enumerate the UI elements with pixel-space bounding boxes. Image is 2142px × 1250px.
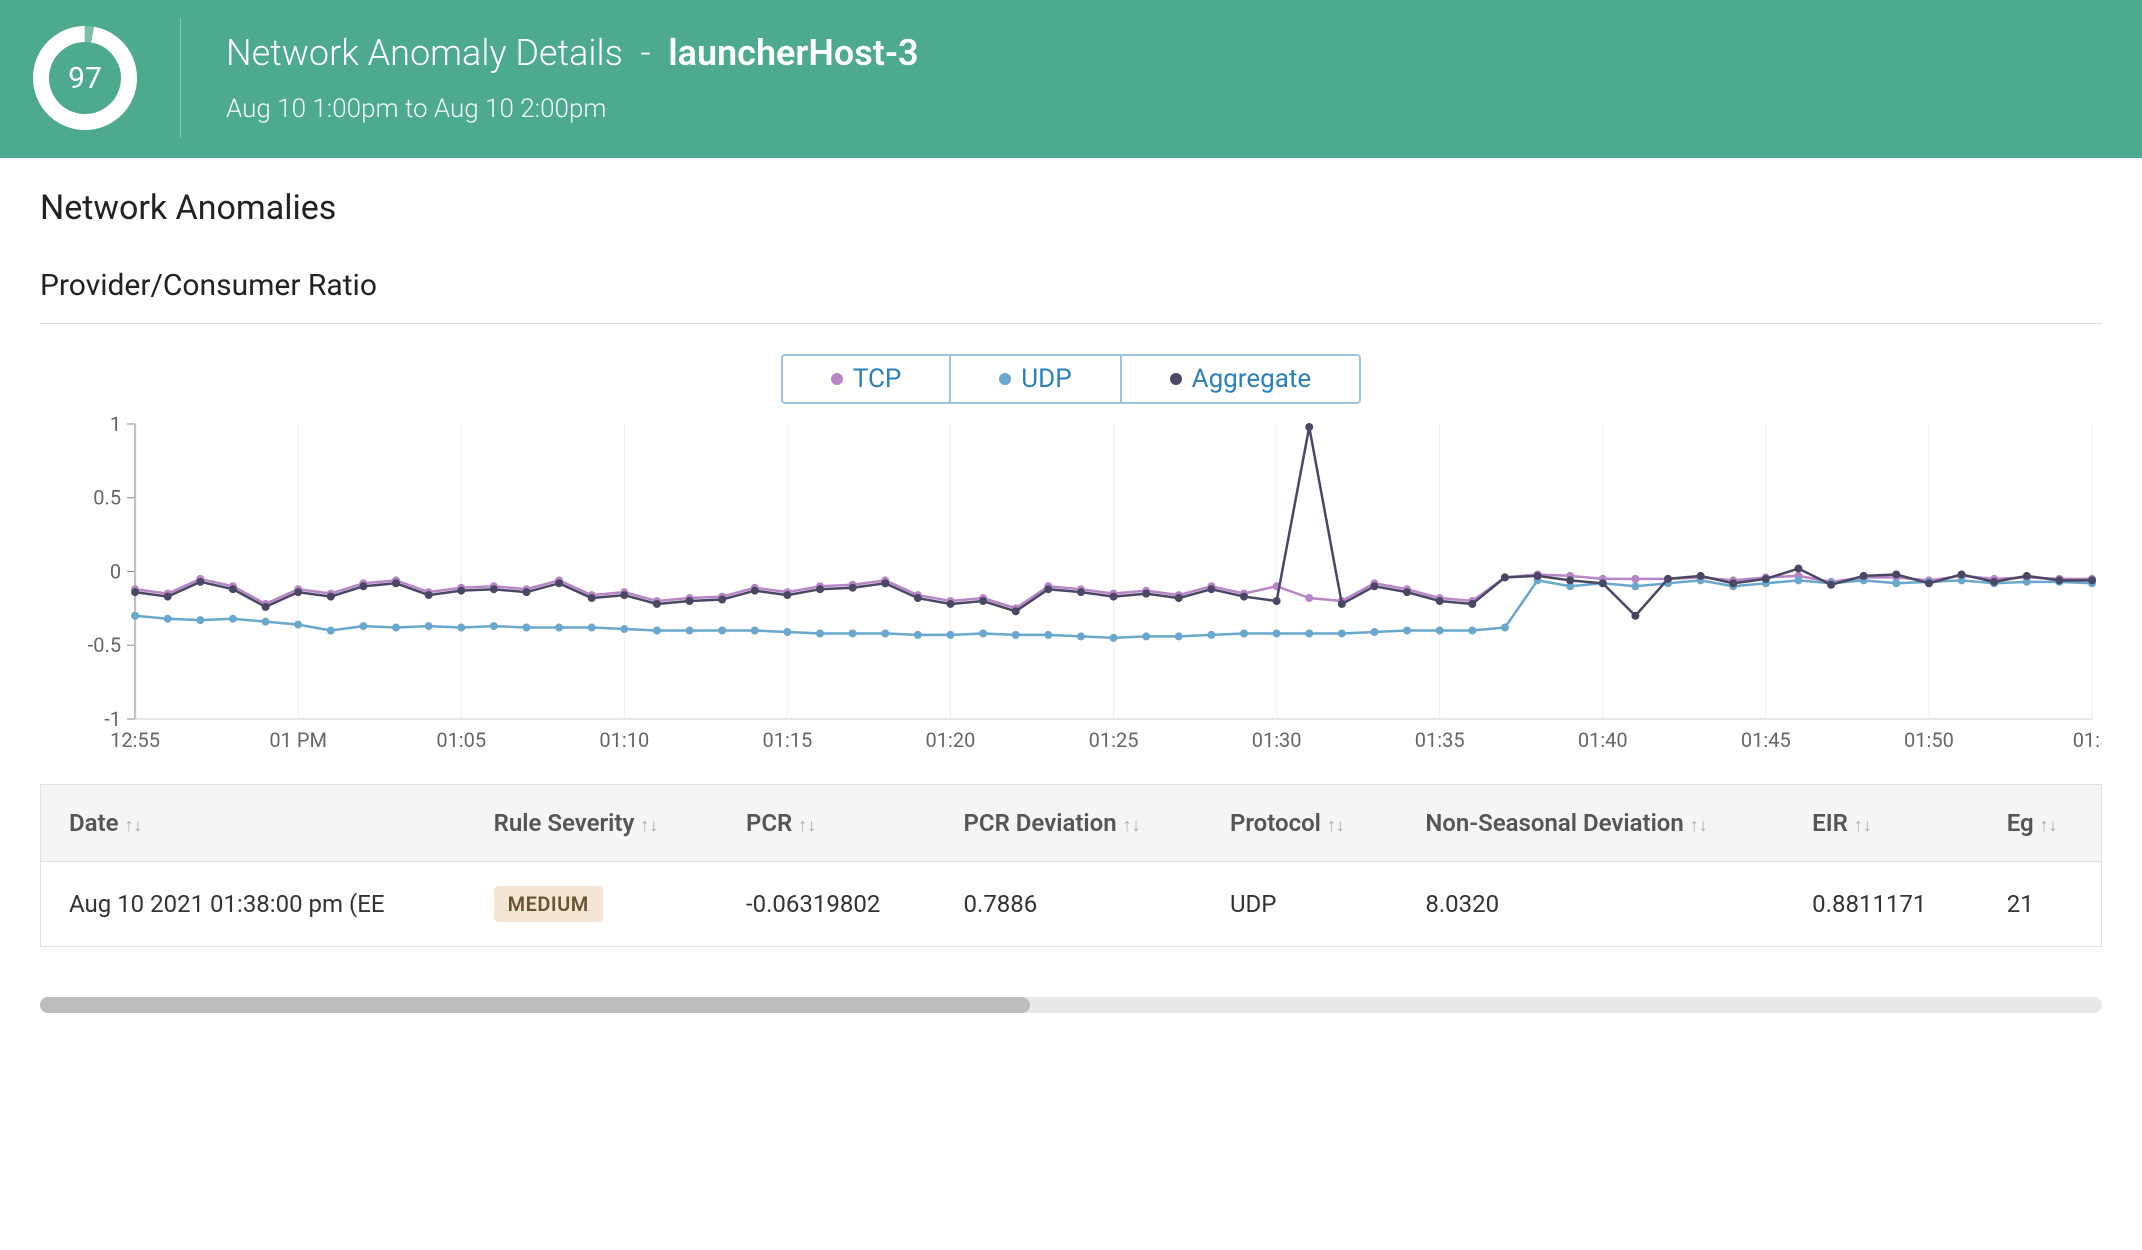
anomaly-table-header: Date↑↓Rule Severity↑↓PCR↑↓PCR Deviation↑… bbox=[41, 785, 2101, 862]
section-title: Network Anomalies bbox=[40, 188, 2102, 228]
score-value: 97 bbox=[30, 23, 140, 133]
sort-icon: ↑↓ bbox=[640, 815, 658, 836]
svg-text:12:55: 12:55 bbox=[110, 728, 160, 752]
legend-label-aggregate: Aggregate bbox=[1192, 364, 1312, 394]
svg-text:01:40: 01:40 bbox=[1578, 728, 1628, 752]
svg-text:01:50: 01:50 bbox=[1904, 728, 1954, 752]
chart-legend: TCP UDP Aggregate bbox=[40, 354, 2102, 404]
legend-aggregate[interactable]: Aggregate bbox=[1122, 356, 1360, 402]
col-date[interactable]: Date↑↓ bbox=[41, 785, 466, 862]
svg-text:01:20: 01:20 bbox=[926, 728, 976, 752]
col-rule-severity[interactable]: Rule Severity↑↓ bbox=[466, 785, 718, 862]
col-non-seasonal-deviation[interactable]: Non-Seasonal Deviation↑↓ bbox=[1397, 785, 1784, 862]
legend-udp[interactable]: UDP bbox=[951, 356, 1121, 402]
page-header: 97 Network Anomaly Details - launcherHos… bbox=[0, 0, 2142, 158]
table-row[interactable]: Aug 10 2021 01:38:00 pm (EE MEDIUM -0.0631… bbox=[41, 862, 2101, 947]
section-divider bbox=[40, 323, 2102, 324]
col-protocol[interactable]: Protocol↑↓ bbox=[1202, 785, 1397, 862]
col-pcr-deviation[interactable]: PCR Deviation↑↓ bbox=[936, 785, 1202, 862]
legend-tcp[interactable]: TCP bbox=[783, 356, 951, 402]
horizontal-scrollbar[interactable] bbox=[40, 997, 2102, 1013]
svg-text:01:45: 01:45 bbox=[1741, 728, 1791, 752]
legend-dot-tcp bbox=[831, 373, 843, 385]
legend-dot-aggregate bbox=[1170, 373, 1182, 385]
page-title: Network Anomaly Details - launcherHost-3 bbox=[226, 32, 919, 74]
scrollbar-thumb[interactable] bbox=[40, 997, 1030, 1013]
page-subtitle-timerange: Aug 10 1:00pm to Aug 10 2:00pm bbox=[226, 94, 919, 124]
col-pcr[interactable]: PCR↑↓ bbox=[718, 785, 936, 862]
sort-icon: ↑↓ bbox=[1690, 815, 1708, 836]
cell-pcr: -0.06319802 bbox=[718, 862, 936, 947]
page-title-entity: launcherHost-3 bbox=[668, 32, 918, 74]
page-title-prefix: Network Anomaly Details bbox=[226, 32, 623, 74]
col-eir[interactable]: EIR↑↓ bbox=[1784, 785, 1979, 862]
col-eg[interactable]: Eg↑↓ bbox=[1979, 785, 2101, 862]
header-divider bbox=[180, 18, 181, 138]
svg-text:01:15: 01:15 bbox=[762, 728, 812, 752]
sort-icon: ↑↓ bbox=[125, 815, 143, 836]
svg-text:-0.5: -0.5 bbox=[88, 633, 121, 657]
svg-text:01:10: 01:10 bbox=[599, 728, 649, 752]
cell-nonseasonal: 8.0320 bbox=[1397, 862, 1784, 947]
cell-eg: 21 bbox=[1979, 862, 2101, 947]
sort-icon: ↑↓ bbox=[1854, 815, 1872, 836]
svg-text:01 PM: 01 PM bbox=[269, 728, 327, 752]
subsection-title: Provider/Consumer Ratio bbox=[40, 268, 2102, 303]
severity-badge: MEDIUM bbox=[494, 886, 603, 922]
legend-dot-udp bbox=[999, 373, 1011, 385]
score-donut: 97 bbox=[30, 23, 140, 133]
anomaly-table-body: Aug 10 2021 01:38:00 pm (EE MEDIUM -0.0631… bbox=[41, 862, 2101, 947]
svg-text:0: 0 bbox=[110, 560, 121, 584]
svg-text:01:25: 01:25 bbox=[1089, 728, 1139, 752]
cell-severity: MEDIUM bbox=[466, 862, 718, 947]
cell-eir: 0.8811171 bbox=[1784, 862, 1979, 947]
anomaly-table-wrap[interactable]: Date↑↓Rule Severity↑↓PCR↑↓PCR Deviation↑… bbox=[40, 784, 2102, 947]
sort-icon: ↑↓ bbox=[798, 815, 816, 836]
anomaly-table: Date↑↓Rule Severity↑↓PCR↑↓PCR Deviation↑… bbox=[41, 785, 2101, 946]
sort-icon: ↑↓ bbox=[1327, 815, 1345, 836]
legend-label-udp: UDP bbox=[1021, 364, 1071, 394]
svg-text:0.5: 0.5 bbox=[93, 486, 121, 510]
cell-protocol: UDP bbox=[1202, 862, 1397, 947]
sort-icon: ↑↓ bbox=[2040, 815, 2058, 836]
cell-pcr-dev: 0.7886 bbox=[936, 862, 1202, 947]
cell-date: Aug 10 2021 01:38:00 pm (EE bbox=[41, 862, 466, 947]
sort-icon: ↑↓ bbox=[1123, 815, 1141, 836]
svg-text:01:30: 01:30 bbox=[1252, 728, 1302, 752]
svg-text:01:05: 01:05 bbox=[436, 728, 486, 752]
svg-text:01:35: 01:35 bbox=[1415, 728, 1465, 752]
legend-label-tcp: TCP bbox=[853, 364, 901, 394]
pcr-chart[interactable]: -1-0.500.5112:5501 PM01:0501:1001:1501:2… bbox=[40, 414, 2102, 764]
svg-text:01:5: 01:5 bbox=[2073, 728, 2102, 752]
svg-text:1: 1 bbox=[110, 414, 121, 436]
